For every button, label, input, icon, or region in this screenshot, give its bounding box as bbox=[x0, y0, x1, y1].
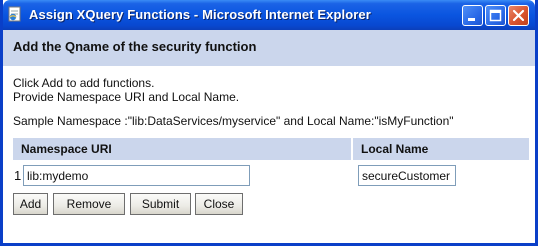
close-icon bbox=[512, 9, 525, 22]
column-header-local-name: Local Name bbox=[353, 138, 529, 160]
close-window-button[interactable] bbox=[508, 5, 529, 26]
instruction-line-2: Provide Namespace URI and Local Name. bbox=[13, 90, 240, 104]
title-bar[interactable]: Assign XQuery Functions - Microsoft Inte… bbox=[3, 0, 535, 30]
local-name-input[interactable] bbox=[358, 165, 456, 186]
maximize-button[interactable] bbox=[485, 5, 506, 26]
row-index: 1 bbox=[14, 168, 22, 183]
section-header: Add the Qname of the security function bbox=[3, 30, 535, 66]
section-title: Add the Qname of the security function bbox=[13, 39, 257, 54]
browser-window: Assign XQuery Functions - Microsoft Inte… bbox=[0, 0, 538, 246]
submit-button[interactable]: Submit bbox=[130, 193, 191, 215]
sample-hint: Sample Namespace :"lib:DataServices/myse… bbox=[13, 114, 454, 128]
add-button[interactable]: Add bbox=[13, 193, 48, 215]
minimize-button[interactable] bbox=[462, 5, 483, 26]
instructions: Click Add to add functions. Provide Name… bbox=[13, 76, 239, 104]
remove-button[interactable]: Remove bbox=[53, 193, 125, 215]
maximize-icon bbox=[489, 9, 502, 22]
minimize-icon bbox=[468, 18, 475, 21]
close-button[interactable]: Close bbox=[195, 193, 243, 215]
column-header-namespace: Namespace URI bbox=[13, 138, 351, 160]
window-title: Assign XQuery Functions - Microsoft Inte… bbox=[29, 7, 371, 22]
namespace-uri-input[interactable] bbox=[23, 165, 250, 186]
ie-page-icon[interactable] bbox=[7, 6, 23, 22]
instruction-line-1: Click Add to add functions. bbox=[13, 76, 155, 90]
